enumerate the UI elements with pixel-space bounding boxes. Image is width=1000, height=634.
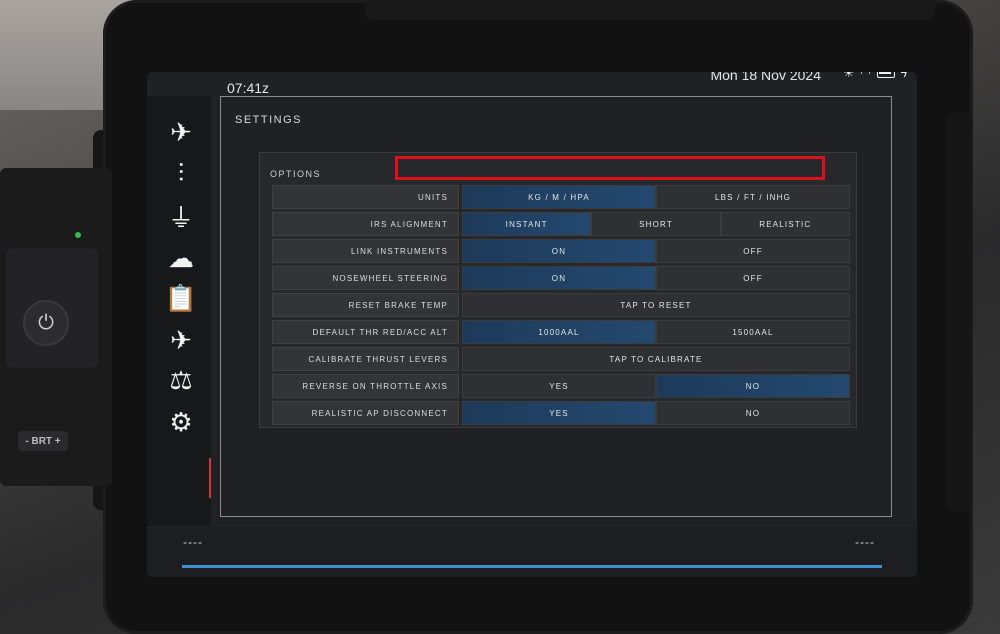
option-label: REALISTIC AP DISCONNECT — [272, 401, 459, 425]
nav-balance-icon[interactable]: ⚖ — [161, 362, 201, 398]
settings-panel: SETTINGS OPTIONS UNITS KG / M / HPA LBS / … — [220, 96, 892, 517]
wifi-icon: ◠ — [860, 72, 871, 80]
date: Mon 18 Nov 2024 — [710, 72, 821, 83]
option-label: RESET BRAKE TEMP — [272, 293, 459, 317]
page-title: SETTINGS — [235, 114, 303, 126]
nav-clipboard-icon[interactable]: 📋 — [161, 280, 201, 316]
options-group: OPTIONS UNITS KG / M / HPA LBS / FT / INHG… — [259, 152, 857, 428]
option-button[interactable]: ON — [462, 239, 656, 263]
option-button[interactable]: LBS / FT / INHG — [656, 185, 850, 209]
option-button[interactable]: REALISTIC — [720, 212, 850, 236]
progress-track — [182, 565, 882, 568]
clock: 07:41z — [227, 80, 270, 96]
option-row: REALISTIC AP DISCONNECT YES NO — [272, 401, 850, 425]
charging-icon: ϟ — [900, 72, 907, 80]
nav-plug-icon[interactable]: ⏚ — [161, 198, 201, 234]
option-row: NOSEWHEEL STEERING ON OFF — [272, 266, 850, 290]
option-button[interactable]: SHORT — [591, 212, 721, 236]
option-row: LINK INSTRUMENTS ON OFF — [272, 239, 850, 263]
option-row: CALIBRATE THRUST LEVERS TAP TO CALIBRATE — [272, 347, 850, 371]
options-title: OPTIONS — [270, 169, 322, 179]
option-label: REVERSE ON THROTTLE AXIS — [272, 374, 459, 398]
option-button[interactable]: INSTANT — [462, 212, 592, 236]
nav-flight-icon[interactable]: ✈ — [161, 114, 201, 150]
efb-screen: 07:41z Mon 18 Nov 2024 ☀ ◠ ϟ ✈ ⫶ ⏚ ☁ 📋 ✈ ⚖ ⚙ SE… — [147, 72, 917, 577]
option-label: LINK INSTRUMENTS — [272, 239, 459, 263]
footer-left-text: ---- — [183, 535, 203, 549]
footer-bar: ---- ---- — [147, 527, 917, 577]
nav-aircraft-icon[interactable]: ✈ — [161, 322, 201, 358]
option-button[interactable]: YES — [462, 401, 656, 425]
nav-sliders-icon[interactable]: ⫶ — [161, 156, 201, 192]
sidebar: ✈ ⫶ ⏚ ☁ 📋 ✈ ⚖ ⚙ — [147, 96, 211, 526]
option-label: IRS ALIGNMENT — [272, 212, 459, 236]
status-led — [75, 232, 81, 238]
option-row: DEFAULT THR RED/ACC ALT 1000AAL 1500AAL — [272, 320, 850, 344]
option-label: CALIBRATE THRUST LEVERS — [272, 347, 459, 371]
tablet-clip-top — [365, 0, 935, 20]
nav-gear-icon[interactable]: ⚙ — [161, 404, 201, 440]
power-button[interactable]: ⏻ — [23, 300, 69, 346]
option-button[interactable]: TAP TO CALIBRATE — [462, 347, 850, 371]
option-row: REVERSE ON THROTTLE AXIS YES NO — [272, 374, 850, 398]
option-button[interactable]: NO — [656, 374, 850, 398]
option-button[interactable]: TAP TO RESET — [462, 293, 850, 317]
option-button[interactable]: YES — [462, 374, 656, 398]
option-label: UNITS — [272, 185, 459, 209]
option-button[interactable]: ON — [462, 266, 656, 290]
option-button[interactable]: 1000AAL — [462, 320, 656, 344]
option-label: DEFAULT THR RED/ACC ALT — [272, 320, 459, 344]
option-button[interactable]: 1500AAL — [656, 320, 850, 344]
option-button[interactable]: OFF — [656, 266, 850, 290]
option-row: IRS ALIGNMENT INSTANT SHORT REALISTIC — [272, 212, 850, 236]
option-row: UNITS KG / M / HPA LBS / FT / INHG — [272, 185, 850, 209]
battery-icon — [876, 72, 895, 78]
option-button[interactable]: KG / M / HPA — [462, 185, 656, 209]
option-button[interactable]: NO — [656, 401, 850, 425]
status-icons: ☀ ◠ ϟ — [843, 72, 907, 80]
footer-right-text: ---- — [855, 535, 875, 549]
active-nav-indicator — [209, 458, 211, 498]
option-row: RESET BRAKE TEMP TAP TO RESET — [272, 293, 850, 317]
option-label: NOSEWHEEL STEERING — [272, 266, 459, 290]
brightness-icon: ☀ — [843, 72, 855, 80]
option-button[interactable]: OFF — [656, 239, 850, 263]
tablet-bumper-right — [946, 112, 972, 512]
progress-fill — [182, 565, 882, 568]
brightness-control[interactable]: - BRT + — [18, 431, 68, 451]
nav-cloud-icon[interactable]: ☁ — [161, 240, 201, 276]
